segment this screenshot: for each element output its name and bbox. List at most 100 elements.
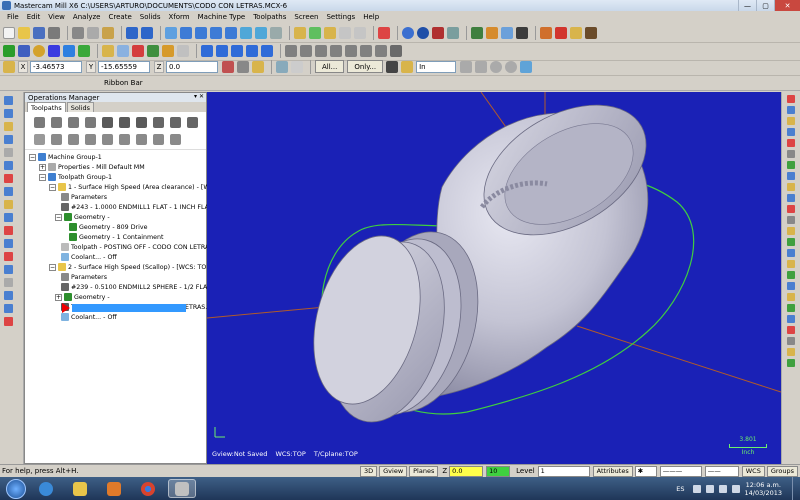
gview-button[interactable]: Gview xyxy=(379,465,408,477)
surface-finish-icon[interactable] xyxy=(360,44,372,57)
move-down-icon[interactable] xyxy=(102,134,113,145)
shell-icon[interactable] xyxy=(4,239,13,248)
chamfer-icon[interactable] xyxy=(4,226,13,235)
taskbar-media[interactable] xyxy=(100,479,128,498)
maximize-button[interactable]: ▢ xyxy=(756,0,774,11)
regen-icon[interactable] xyxy=(501,26,513,39)
dynamic-rotate-icon[interactable] xyxy=(270,26,282,39)
copy-icon[interactable] xyxy=(87,26,99,39)
circle-icon[interactable] xyxy=(33,44,45,57)
select-dirty-ops-icon[interactable] xyxy=(51,117,62,128)
drafting-icon[interactable] xyxy=(4,278,13,287)
zoom-out-icon[interactable] xyxy=(210,26,222,39)
close-button[interactable]: ✕ xyxy=(774,0,800,11)
scroll-icon[interactable] xyxy=(153,134,164,145)
tree-row[interactable]: − Geometry - xyxy=(25,212,206,222)
cut-icon[interactable] xyxy=(72,26,84,39)
top-view-icon[interactable] xyxy=(294,26,306,39)
point-style-field[interactable]: ✱ xyxy=(634,465,657,477)
z-coordinate-field[interactable]: 0.0 xyxy=(166,60,218,73)
tree-row[interactable]: Coolant... - Off xyxy=(25,252,206,262)
tree-row[interactable]: Toolpath - POSTING OFF - CODO CON LETRAS… xyxy=(25,242,224,252)
shaded-solids-icon[interactable] xyxy=(417,26,429,39)
library-icon[interactable] xyxy=(4,200,13,209)
rotary-icon[interactable] xyxy=(787,348,795,356)
circle-mill-icon[interactable] xyxy=(787,161,795,169)
tray-arrow-icon[interactable] xyxy=(692,484,701,493)
toggle-display-icon[interactable] xyxy=(68,134,79,145)
dimension-icon[interactable] xyxy=(132,44,144,57)
cplane-icon[interactable] xyxy=(4,109,13,118)
zoom-target-icon[interactable] xyxy=(240,26,252,39)
tplane-icon[interactable] xyxy=(4,122,13,131)
facing-icon[interactable] xyxy=(330,44,342,57)
machine-icon[interactable] xyxy=(4,187,13,196)
pocket-icon[interactable] xyxy=(315,44,327,57)
color-field[interactable]: 10 xyxy=(486,465,511,477)
wcs-button[interactable]: WCS xyxy=(741,465,765,477)
insert-position-bar[interactable] xyxy=(72,304,186,312)
lock-icon[interactable] xyxy=(51,134,62,145)
tree-row[interactable]: Parameters xyxy=(25,192,206,202)
point-icon[interactable] xyxy=(3,44,15,57)
post-icon[interactable] xyxy=(516,26,528,39)
line-icon[interactable] xyxy=(18,44,30,57)
window-select-icon[interactable] xyxy=(460,60,473,73)
tree-row[interactable]: Parameters xyxy=(25,272,206,282)
vector-select-icon[interactable] xyxy=(490,60,503,73)
nest-icon[interactable] xyxy=(787,216,795,224)
tree-row[interactable]: #243 - 1.0000 ENDMILL1 FLAT - 1 INCH FLA… xyxy=(25,202,242,212)
unzoom-icon[interactable] xyxy=(255,26,267,39)
curve-5axis-icon[interactable] xyxy=(787,282,795,290)
tree-row[interactable]: + Properties - Mill Default MM xyxy=(25,162,206,172)
rotate-icon[interactable] xyxy=(216,44,228,57)
scale-icon[interactable] xyxy=(231,44,243,57)
tree-row[interactable]: Geometry - 1 Containment xyxy=(25,232,206,242)
y-coordinate-field[interactable]: -15.65559 xyxy=(98,60,150,73)
trim-icon[interactable] xyxy=(540,26,552,39)
solid-revolve-icon[interactable] xyxy=(177,44,189,57)
drill-5axis-icon[interactable] xyxy=(787,293,795,301)
fast-point-icon[interactable] xyxy=(222,60,234,73)
swarf-icon[interactable] xyxy=(787,304,795,312)
tree-row[interactable]: + Geometry - xyxy=(25,292,206,302)
solid-icon[interactable] xyxy=(4,213,13,222)
menu-create[interactable]: Create xyxy=(105,13,136,21)
taskbar-ie[interactable] xyxy=(32,479,60,498)
volume-icon[interactable] xyxy=(718,484,727,493)
stock-model-icon[interactable] xyxy=(787,227,795,235)
area-select-icon[interactable] xyxy=(505,60,518,73)
autocursor-icon[interactable] xyxy=(237,60,249,73)
regen-selected-icon[interactable] xyxy=(68,117,79,128)
simulate-icon[interactable] xyxy=(136,117,147,128)
zoom-in-icon[interactable] xyxy=(195,26,207,39)
manual-entry-icon[interactable] xyxy=(787,260,795,268)
3d-button[interactable]: 3D xyxy=(359,465,378,477)
print-icon[interactable] xyxy=(48,26,60,39)
tab-toolpaths[interactable]: Toolpaths xyxy=(27,102,66,112)
level-field[interactable]: 1 xyxy=(537,465,590,477)
delete-ops-icon[interactable] xyxy=(187,117,198,128)
multiaxis-icon[interactable] xyxy=(390,44,402,57)
attributes-button[interactable]: Attributes xyxy=(592,465,633,477)
engrave-icon[interactable] xyxy=(787,183,795,191)
transform-op-icon[interactable] xyxy=(787,194,795,202)
shading-icon[interactable] xyxy=(402,26,414,39)
delete-icon[interactable] xyxy=(555,26,567,39)
point-op-icon[interactable] xyxy=(787,249,795,257)
redo-icon[interactable] xyxy=(141,26,153,39)
battery-icon[interactable] xyxy=(731,484,740,493)
menu-help[interactable]: Help xyxy=(359,13,383,21)
fillet-icon[interactable] xyxy=(48,44,60,57)
open-file-icon[interactable] xyxy=(18,26,30,39)
tree-row[interactable]: − Toolpath Group-1 xyxy=(25,172,206,182)
menu-xform[interactable]: Xform xyxy=(164,13,193,21)
translucency-icon[interactable] xyxy=(447,26,459,39)
trim-solid-icon[interactable] xyxy=(4,304,13,313)
post-ops-icon[interactable] xyxy=(153,117,164,128)
network-icon[interactable] xyxy=(705,484,714,493)
fit-icon[interactable] xyxy=(225,26,237,39)
hsm-icon[interactable] xyxy=(787,139,795,147)
paste-icon[interactable] xyxy=(102,26,114,39)
start-button[interactable] xyxy=(6,478,26,499)
